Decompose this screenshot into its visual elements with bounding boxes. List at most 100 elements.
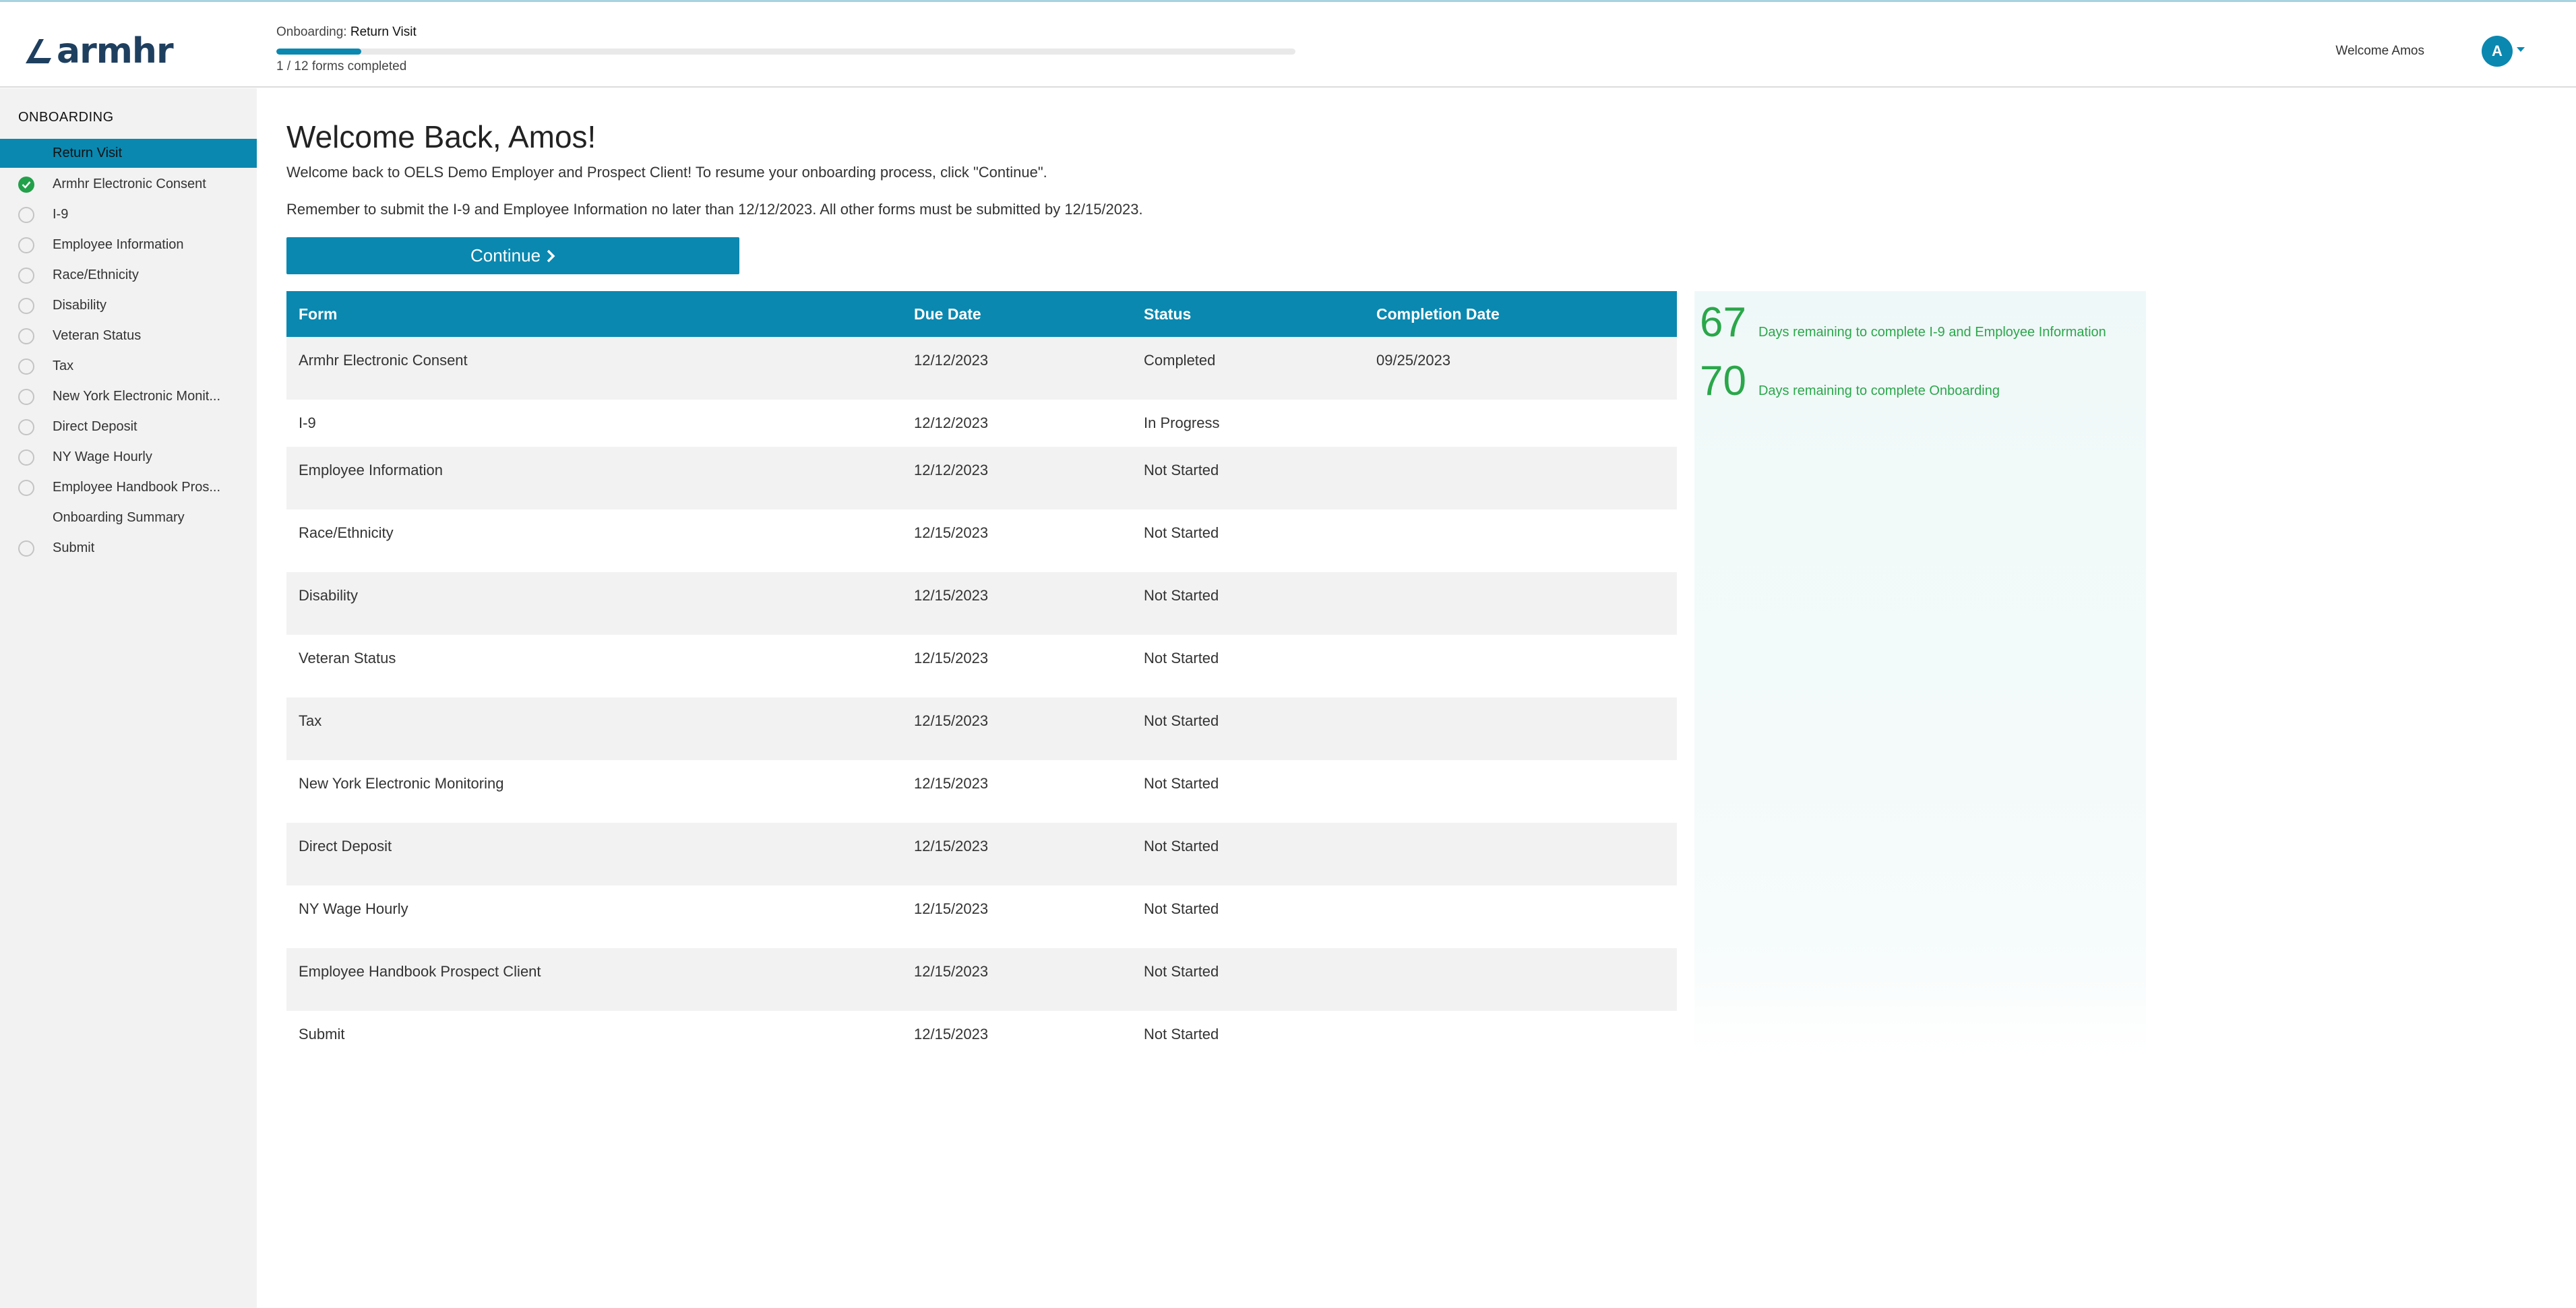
cell-due-date: 12/15/2023 <box>902 697 1132 760</box>
cell-form: Employee Information <box>286 447 902 509</box>
header-status: Status <box>1132 291 1364 337</box>
header-due-date: Due Date <box>902 291 1132 337</box>
armhr-logo[interactable]: armhr <box>24 31 174 71</box>
cell-completion-date: 09/25/2023 <box>1364 337 1677 400</box>
cell-form: Direct Deposit <box>286 823 902 885</box>
sidebar-item[interactable]: New York Electronic Monit... <box>0 381 257 412</box>
sidebar-item[interactable]: Tax <box>0 351 257 381</box>
sidebar-item[interactable]: Disability <box>0 290 257 321</box>
cell-due-date: 12/15/2023 <box>902 760 1132 823</box>
table-row[interactable]: Direct Deposit 12/15/2023 Not Started <box>286 823 1677 885</box>
forms-table: Form Due Date Status Completion Date Arm… <box>286 291 1677 1073</box>
cell-status: Not Started <box>1132 885 1364 948</box>
sidebar-heading: ONBOARDING <box>18 110 114 125</box>
cell-completion-date <box>1364 1011 1677 1073</box>
table-row[interactable]: Armhr Electronic Consent 12/12/2023 Comple… <box>286 337 1677 400</box>
sidebar-item-label: Tax <box>53 359 74 373</box>
sidebar-item[interactable]: Onboarding Summary <box>0 503 257 533</box>
welcome-user-text: Welcome Amos <box>2335 44 2424 58</box>
onboarding-progress: Onboarding: Return Visit 1 / 12 forms co… <box>276 24 1295 75</box>
sidebar-item-label: I-9 <box>53 207 69 222</box>
sidebar-item[interactable]: I-9 <box>0 199 257 230</box>
table-row[interactable]: Employee Handbook Prospect Client 12/15/2… <box>286 948 1677 1011</box>
sidebar-item-label: Employee Handbook Pros... <box>53 480 221 495</box>
user-avatar[interactable]: A <box>2482 36 2513 67</box>
page-title: Welcome Back, Amos! <box>286 119 596 154</box>
sidebar-item[interactable]: Employee Handbook Pros... <box>0 472 257 503</box>
table-row[interactable]: Tax 12/15/2023 Not Started <box>286 697 1677 760</box>
cell-status: Completed <box>1132 337 1364 400</box>
sidebar-item[interactable]: Veteran Status <box>0 321 257 351</box>
days-remaining-number: 70 <box>1700 358 1746 404</box>
cell-due-date: 12/15/2023 <box>902 509 1132 572</box>
days-remaining-label: Days remaining to complete I-9 and Emplo… <box>1758 325 2106 340</box>
pending-circle-icon <box>18 268 34 284</box>
sidebar-item-label: Disability <box>53 298 107 313</box>
cell-form: Armhr Electronic Consent <box>286 337 902 400</box>
onboarding-sidebar: ONBOARDING Return Visit Armhr Electronic … <box>0 88 257 1308</box>
table-row[interactable]: Employee Information 12/12/2023 Not Starte… <box>286 447 1677 509</box>
days-remaining-panel: 67 Days remaining to complete I-9 and Em… <box>1694 291 2146 1054</box>
sidebar-item[interactable]: Race/Ethnicity <box>0 260 257 290</box>
table-row[interactable]: Veteran Status 12/15/2023 Not Started <box>286 635 1677 697</box>
logo-mark-icon <box>26 39 51 63</box>
reminder-text: Remember to submit the I-9 and Employee … <box>286 201 1143 218</box>
intro-text: Welcome back to OELS Demo Employer and P… <box>286 164 1047 181</box>
app-header: armhr Onboarding: Return Visit 1 / 12 fo… <box>0 2 2576 88</box>
pending-circle-icon <box>18 328 34 344</box>
sidebar-item-label: Return Visit <box>53 146 123 160</box>
cell-status: Not Started <box>1132 823 1364 885</box>
cell-form: New York Electronic Monitoring <box>286 760 902 823</box>
pending-circle-icon <box>18 389 34 405</box>
pending-circle-icon <box>18 359 34 375</box>
header-form: Form <box>286 291 902 337</box>
table-row[interactable]: Race/Ethnicity 12/15/2023 Not Started <box>286 509 1677 572</box>
user-menu-caret-icon[interactable] <box>2517 47 2525 52</box>
sidebar-item-label: Onboarding Summary <box>53 510 185 525</box>
cell-status: Not Started <box>1132 697 1364 760</box>
cell-completion-date <box>1364 823 1677 885</box>
sidebar-item-label: Employee Information <box>53 237 184 252</box>
sidebar-item[interactable]: NY Wage Hourly <box>0 442 257 472</box>
table-row[interactable]: I-9 12/12/2023 In Progress <box>286 400 1677 447</box>
cell-due-date: 12/15/2023 <box>902 1011 1132 1073</box>
days-remaining-label: Days remaining to complete Onboarding <box>1758 383 2000 398</box>
cell-completion-date <box>1364 635 1677 697</box>
cell-status: Not Started <box>1132 1011 1364 1073</box>
cell-form: NY Wage Hourly <box>286 885 902 948</box>
cell-due-date: 12/15/2023 <box>902 572 1132 635</box>
table-row[interactable]: Disability 12/15/2023 Not Started <box>286 572 1677 635</box>
pending-circle-icon <box>18 237 34 253</box>
progress-count: 1 / 12 forms completed <box>276 59 407 73</box>
header-completion-date: Completion Date <box>1364 291 1677 337</box>
pending-circle-icon <box>18 207 34 223</box>
sidebar-item[interactable]: Submit <box>0 533 257 563</box>
sidebar-item[interactable]: Armhr Electronic Consent <box>0 169 257 199</box>
cell-status: Not Started <box>1132 948 1364 1011</box>
days-remaining-number: 67 <box>1700 299 1746 346</box>
checkmark-circle-icon <box>18 177 34 193</box>
sidebar-item[interactable]: Employee Information <box>0 230 257 260</box>
cell-form: Tax <box>286 697 902 760</box>
table-row[interactable]: New York Electronic Monitoring 12/15/2023… <box>286 760 1677 823</box>
cell-due-date: 12/15/2023 <box>902 823 1132 885</box>
cell-completion-date <box>1364 572 1677 635</box>
cell-due-date: 12/12/2023 <box>902 337 1132 400</box>
days-remaining-i9: 67 Days remaining to complete I-9 and Em… <box>1700 299 2106 346</box>
cell-due-date: 12/12/2023 <box>902 447 1132 509</box>
days-remaining-onboarding: 70 Days remaining to complete Onboarding <box>1700 358 2000 405</box>
pending-circle-icon <box>18 419 34 435</box>
sidebar-item-label: New York Electronic Monit... <box>53 389 220 404</box>
table-row[interactable]: NY Wage Hourly 12/15/2023 Not Started <box>286 885 1677 948</box>
table-header-row: Form Due Date Status Completion Date <box>286 291 1677 337</box>
table-row[interactable]: Submit 12/15/2023 Not Started <box>286 1011 1677 1073</box>
progress-title: Onboarding: Return Visit <box>276 24 1295 40</box>
progress-bar <box>276 49 1295 55</box>
cell-completion-date <box>1364 509 1677 572</box>
sidebar-item[interactable]: Direct Deposit <box>0 412 257 442</box>
continue-button[interactable]: Continue <box>286 237 739 274</box>
cell-due-date: 12/15/2023 <box>902 635 1132 697</box>
cell-status: Not Started <box>1132 635 1364 697</box>
sidebar-item[interactable]: Return Visit <box>0 139 257 168</box>
logo-wordmark: armhr <box>57 31 174 71</box>
